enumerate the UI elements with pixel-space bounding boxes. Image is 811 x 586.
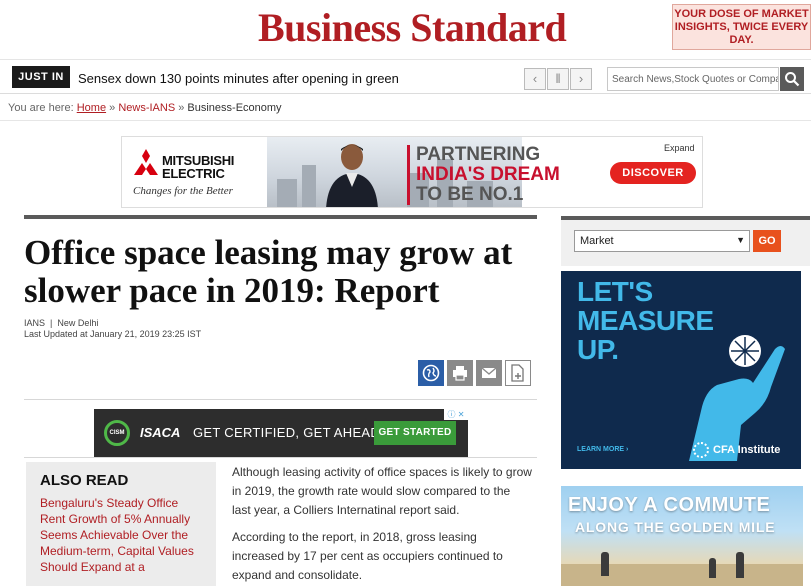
search-input[interactable]: Search News,Stock Quotes or Companies	[607, 67, 779, 91]
slogan-line-3: TO BE NO.1	[416, 184, 524, 205]
document-add-icon	[511, 364, 524, 382]
globe-icon	[422, 364, 440, 382]
cfa-emblem-icon	[693, 442, 709, 458]
brand-line-2: ELECTRIC	[162, 166, 225, 181]
commute-ad-subheadline: ALONG THE GOLDEN MILE	[575, 519, 776, 535]
ticker-controls: ‹ ‖ ›	[524, 68, 593, 90]
breadcrumb-news-ians[interactable]: News-IANS	[118, 102, 175, 114]
article-byline: IANS | New Delhi	[24, 318, 99, 328]
also-read-link[interactable]: Bengaluru's Steady Office Rent Growth of…	[40, 495, 202, 575]
article-source[interactable]: IANS	[24, 318, 45, 328]
just-in-bar: JUST IN Sensex down 130 points minutes a…	[0, 62, 811, 94]
breadcrumb-divider	[0, 120, 811, 121]
article-top-rule	[24, 215, 537, 219]
article-paragraph: According to the report, in 2018, gross …	[232, 530, 503, 582]
ticker-headline[interactable]: Sensex down 130 points minutes after ope…	[78, 71, 399, 86]
share-divider	[24, 399, 537, 400]
breadcrumb-home[interactable]: Home	[77, 102, 106, 114]
just-in-label: JUST IN	[12, 66, 70, 88]
market-select-value: Market	[580, 235, 614, 247]
get-started-button[interactable]: GET STARTED	[374, 421, 456, 445]
ticker-pause-button[interactable]: ‖	[547, 68, 569, 90]
cfa-institute-logo: CFA Institute	[693, 442, 780, 458]
cfa-learn-more-link[interactable]: LEARN MORE ›	[577, 446, 628, 453]
cism-badge: CISM	[104, 420, 130, 446]
add-note-button[interactable]	[505, 360, 531, 386]
share-toolbar	[418, 360, 534, 386]
beach-promenade	[561, 564, 803, 586]
market-insights-promo[interactable]: YOUR DOSE OF MARKET INSIGHTS, TWICE EVER…	[672, 4, 811, 50]
search-icon	[785, 72, 800, 87]
adchoices-icon[interactable]: ⓘ ✕	[444, 409, 468, 420]
article-paragraph: Although leasing activity of office spac…	[232, 465, 532, 517]
ticker-next-button[interactable]: ›	[570, 68, 592, 90]
mitsubishi-diamonds-icon	[134, 149, 158, 175]
cfa-brand-name: CFA Institute	[713, 444, 781, 456]
breadcrumb: You are here: Home » News-IANS » Busines…	[8, 102, 282, 114]
mitsubishi-tagline: Changes for the Better	[133, 185, 233, 197]
cfa-headline-line-1: LET'S	[577, 276, 653, 307]
share-web-button[interactable]	[418, 360, 444, 386]
printer-icon	[453, 366, 467, 381]
walker-figure	[709, 558, 716, 578]
cyclist-figure	[601, 552, 609, 576]
market-selector-box: Market ▼ GO	[561, 216, 810, 266]
ad-expand-link[interactable]: Expand	[664, 143, 695, 153]
go-button[interactable]: GO	[753, 230, 781, 252]
walker-figure	[736, 552, 744, 578]
print-button[interactable]	[447, 360, 473, 386]
breadcrumb-current: Business-Economy	[187, 102, 282, 114]
commute-ad-headline: ENJOY A COMMUTE	[568, 494, 771, 516]
chevron-down-icon: ▼	[736, 235, 745, 245]
ad-slogan: PARTNERING INDIA'S DREAM TO BE NO.1	[407, 145, 560, 205]
ticker-prev-button[interactable]: ‹	[524, 68, 546, 90]
isaca-logo: ISACA	[140, 425, 181, 440]
slogan-line-1: PARTNERING	[416, 144, 541, 165]
breadcrumb-separator: »	[178, 102, 185, 114]
discover-button[interactable]: DISCOVER	[610, 162, 696, 184]
mitsubishi-logo: MITSUBISHI ELECTRIC Changes for the Bett…	[132, 147, 267, 201]
article-body: Although leasing activity of office spac…	[232, 463, 532, 586]
site-logo[interactable]: Business Standard	[258, 4, 567, 51]
isaca-ad-text: GET CERTIFIED, GET AHEAD	[193, 425, 381, 440]
ad-divider	[24, 457, 537, 458]
hand-holding-logo-icon	[689, 335, 785, 461]
breadcrumb-separator: »	[109, 102, 116, 114]
breadcrumb-prefix: You are here:	[8, 102, 74, 114]
mitsubishi-brand: MITSUBISHI ELECTRIC	[162, 154, 234, 180]
article-updated: Last Updated at January 21, 2019 23:25 I…	[24, 329, 202, 339]
isaca-ad-banner[interactable]: CISM ISACA GET CERTIFIED, GET AHEAD GET …	[94, 409, 468, 457]
article-location: New Delhi	[57, 318, 99, 328]
article-title: Office space leasing may grow at slower …	[24, 233, 513, 310]
mitsubishi-ad-banner[interactable]: MITSUBISHI ELECTRIC Changes for the Bett…	[121, 136, 703, 208]
envelope-icon	[481, 367, 497, 378]
slogan-line-2: INDIA'S DREAM	[416, 164, 560, 185]
spokesperson-photo	[326, 144, 378, 207]
masthead: Business Standard YOUR DOSE OF MARKET IN…	[0, 0, 811, 60]
also-read-title: ALSO READ	[40, 472, 129, 489]
market-select[interactable]: Market ▼	[574, 230, 750, 252]
golden-mile-ad[interactable]: ENJOY A COMMUTE ALONG THE GOLDEN MILE	[561, 486, 803, 586]
cfa-institute-ad[interactable]: LET'S MEASURE UP. LEARN MORE › CFA Insti…	[561, 271, 801, 469]
email-button[interactable]	[476, 360, 502, 386]
search-button[interactable]	[780, 67, 804, 91]
also-read-box: ALSO READ Bengaluru's Steady Office Rent…	[26, 462, 216, 586]
